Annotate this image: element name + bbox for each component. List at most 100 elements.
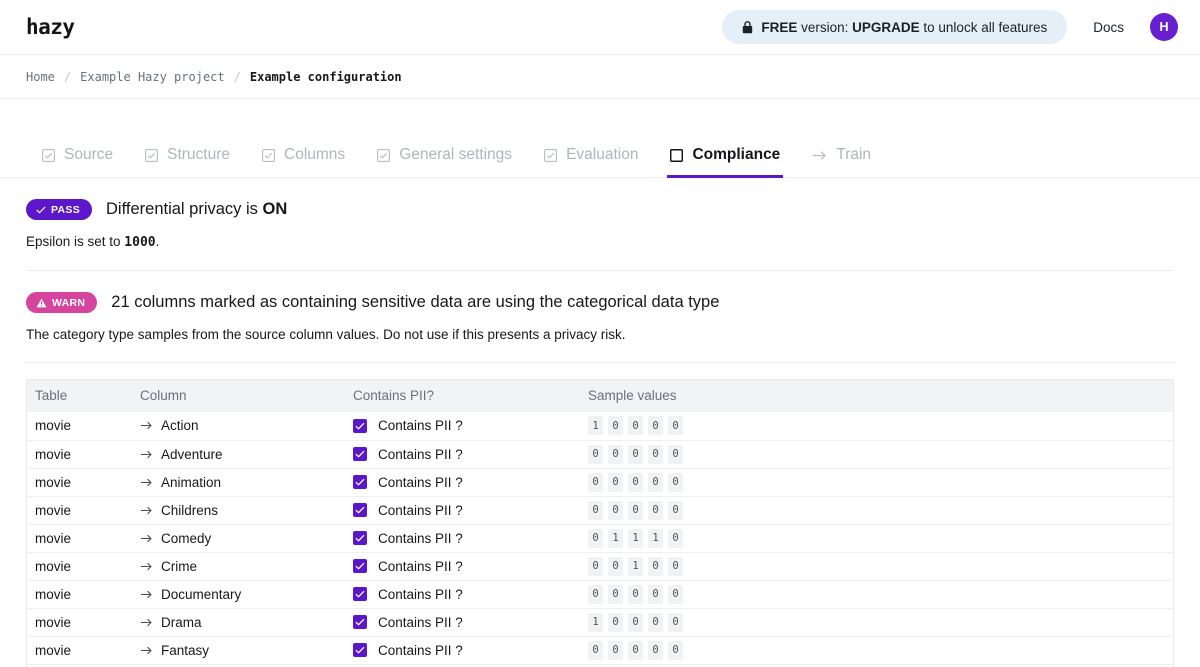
epsilon-prefix: Epsilon is set to xyxy=(26,234,125,249)
wizard-tabs: Source Structure Columns General setting… xyxy=(26,146,887,178)
tab-train[interactable]: Train xyxy=(796,146,887,177)
sample-values-list: 00000 xyxy=(588,640,1173,660)
sample-value-chip: 0 xyxy=(668,472,683,492)
arrow-right-icon xyxy=(140,561,153,572)
column-header-table: Table xyxy=(27,380,140,412)
table-row[interactable]: movie Comedy Contains PII ? 0 1 1 1 0 xyxy=(27,523,1173,552)
table-row[interactable]: movie Childrens Contains PII ? 0 0 0 0 0 xyxy=(27,495,1173,524)
contains-pii-checkbox[interactable] xyxy=(353,418,367,433)
cell-sample-values: 00000 xyxy=(588,579,1173,608)
cell-contains-pii[interactable]: Contains PII ? xyxy=(353,551,588,580)
sample-value-chip: 0 xyxy=(648,556,663,576)
contains-pii-checkbox[interactable] xyxy=(353,643,367,657)
table-row[interactable]: movie Action Contains PII ? 1 0 0 0 0 xyxy=(27,412,1173,440)
upgrade-cta-label[interactable]: UPGRADE xyxy=(852,20,920,35)
cell-sample-values: 00000 xyxy=(588,467,1173,496)
cell-contains-pii[interactable]: Contains PII ? xyxy=(353,635,588,664)
differential-privacy-title: Differential privacy is ON xyxy=(106,200,287,219)
arrow-right-icon xyxy=(140,617,153,628)
sample-value-chip: 0 xyxy=(648,500,663,520)
cell-contains-pii[interactable]: Contains PII ? xyxy=(353,579,588,608)
table-row[interactable]: movie Adventure Contains PII ? 0 0 0 0 0 xyxy=(27,439,1173,468)
docs-link[interactable]: Docs xyxy=(1093,20,1124,35)
upgrade-text: FREE version: UPGRADE to unlock all feat… xyxy=(761,20,1047,35)
sample-value-chip: 0 xyxy=(668,444,683,464)
sample-value-chip: 0 xyxy=(648,612,663,632)
column-name-label: Comedy xyxy=(161,530,212,546)
cell-sample-values: 00000 xyxy=(588,439,1173,468)
top-bar-actions: FREE version: UPGRADE to unlock all feat… xyxy=(722,10,1178,44)
cell-contains-pii[interactable]: Contains PII ? xyxy=(353,439,588,468)
top-bar: hazy FREE version: UPGRADE to unlock all… xyxy=(0,0,1200,54)
contains-pii-checkbox[interactable] xyxy=(353,447,367,461)
tab-evaluation[interactable]: Evaluation xyxy=(528,146,654,177)
cell-column-name: Action xyxy=(140,412,353,440)
column-name-label: Crime xyxy=(161,558,197,574)
pii-columns-table: Table Column Contains PII? Sample values… xyxy=(27,380,1173,667)
cell-table-name: movie xyxy=(35,418,72,434)
arrow-right-icon xyxy=(140,589,153,600)
contains-pii-checkbox[interactable] xyxy=(353,559,367,573)
checkbox-checked-icon xyxy=(262,148,275,162)
sample-value-chip: 0 xyxy=(608,640,623,660)
cell-column-name: Crime xyxy=(140,551,353,580)
avatar[interactable]: H xyxy=(1150,13,1178,41)
tab-columns[interactable]: Columns xyxy=(246,146,361,177)
breadcrumb: Home / Example Hazy project / Example co… xyxy=(0,54,1200,99)
pii-columns-table-container: Table Column Contains PII? Sample values… xyxy=(26,379,1174,667)
cell-table-name: movie xyxy=(27,495,140,524)
tab-general-settings[interactable]: General settings xyxy=(361,146,528,177)
breadcrumb-item-project[interactable]: Example Hazy project xyxy=(80,70,225,84)
differential-privacy-header: PASS Differential privacy is ON xyxy=(26,199,1174,220)
sample-value-chip: 0 xyxy=(668,640,683,660)
cell-contains-pii[interactable]: Contains PII ? xyxy=(353,607,588,636)
tab-compliance[interactable]: Compliance xyxy=(654,146,796,178)
upgrade-middle-label: version: xyxy=(797,19,853,35)
breadcrumb-separator: / xyxy=(233,69,241,84)
checkbox-checked-icon xyxy=(377,148,391,162)
contains-pii-checkbox[interactable] xyxy=(353,531,367,545)
sample-value-chip: 0 xyxy=(608,416,623,436)
sample-value-chip: 0 xyxy=(608,500,623,520)
cell-contains-pii[interactable]: Contains PII ? xyxy=(353,467,588,496)
column-header-column: Column xyxy=(140,380,353,412)
column-name-label: Childrens xyxy=(161,502,219,518)
categorical-warning-description: The category type samples from the sourc… xyxy=(26,327,626,342)
table-row[interactable]: movie Drama Contains PII ? 1 0 0 0 0 xyxy=(27,607,1173,636)
column-name-label: Drama xyxy=(161,614,202,630)
tab-source[interactable]: Source xyxy=(26,146,129,177)
cell-sample-values: 01110 xyxy=(588,523,1173,552)
sample-value-chip: 0 xyxy=(628,584,643,604)
hazy-logo[interactable]: hazy xyxy=(26,16,75,38)
sample-value-chip: 0 xyxy=(648,416,663,436)
categorical-warning-title: 21 columns marked as containing sensitiv… xyxy=(111,293,720,311)
cell-sample-values: 10000 xyxy=(588,412,1173,440)
checkbox-checked-icon xyxy=(145,148,159,162)
sample-value-chip: 1 xyxy=(648,528,663,548)
breadcrumb-item-home[interactable]: Home xyxy=(26,70,55,84)
cell-contains-pii[interactable]: Contains PII ? xyxy=(353,412,588,440)
contains-pii-checkbox[interactable] xyxy=(353,587,367,601)
sample-values-list: 00000 xyxy=(588,472,1173,492)
cell-table-name: movie xyxy=(27,635,140,664)
contains-pii-checkbox[interactable] xyxy=(353,503,367,517)
checkbox-empty-icon xyxy=(670,148,684,162)
table-row[interactable]: movie Documentary Contains PII ? 0 0 0 0 0 xyxy=(27,579,1173,608)
cell-contains-pii[interactable]: Contains PII ? xyxy=(353,495,588,524)
sample-value-chip: 0 xyxy=(588,500,603,520)
tab-structure[interactable]: Structure xyxy=(129,146,246,177)
table-row[interactable]: movie Animation Contains PII ? 0 0 0 0 0 xyxy=(27,467,1173,496)
upgrade-free-label: FREE xyxy=(761,19,798,35)
upgrade-banner[interactable]: FREE version: UPGRADE to unlock all feat… xyxy=(722,10,1068,44)
sample-value-chip: 1 xyxy=(608,528,623,548)
cell-contains-pii[interactable]: Contains PII ? xyxy=(353,523,588,552)
contains-pii-checkbox[interactable] xyxy=(353,615,367,629)
table-row[interactable]: movie Fantasy Contains PII ? 0 0 0 0 0 xyxy=(27,635,1173,664)
table-row[interactable]: movie Crime Contains PII ? 0 0 1 0 0 xyxy=(27,551,1173,580)
contains-pii-label: Contains PII ? xyxy=(378,558,463,574)
sample-value-chip: 0 xyxy=(668,584,683,604)
sample-value-chip: 0 xyxy=(648,584,663,604)
contains-pii-checkbox[interactable] xyxy=(353,475,367,489)
epsilon-description: Epsilon is set to 1000. xyxy=(26,234,1174,250)
sample-value-chip: 0 xyxy=(668,416,683,436)
